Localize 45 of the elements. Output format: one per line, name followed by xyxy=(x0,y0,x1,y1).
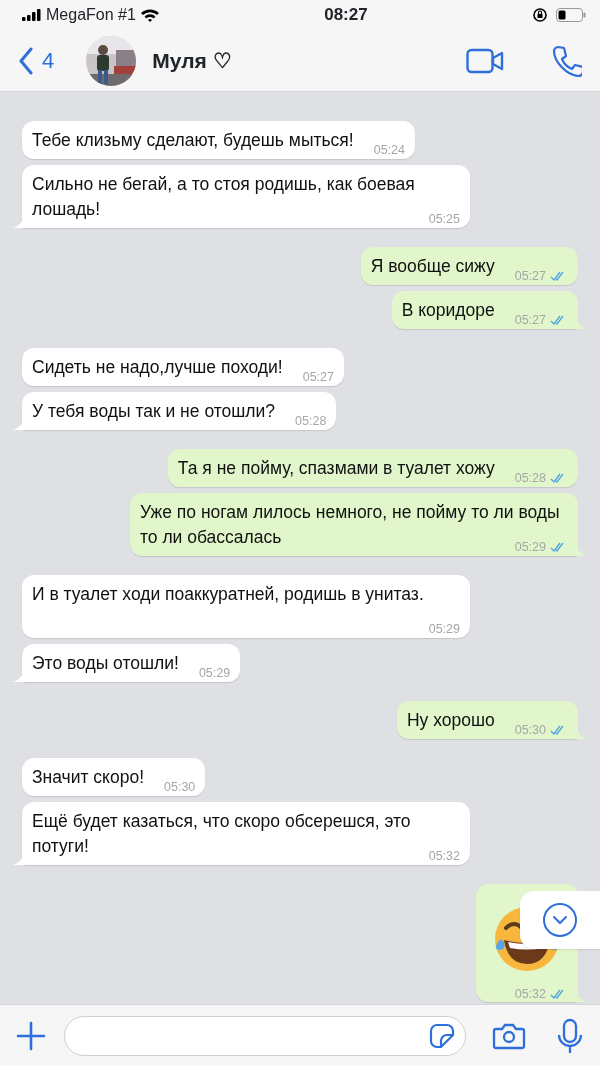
wifi-icon xyxy=(139,8,160,22)
message-input-field[interactable] xyxy=(64,1015,466,1056)
microphone-icon[interactable] xyxy=(556,1017,584,1054)
message-time: 05:29 xyxy=(514,539,546,555)
message-bubble: Та я не пойму, спазмами в туалет хожу 05:28 xyxy=(167,449,578,487)
status-time: 08:27 xyxy=(324,4,368,27)
video-call-icon[interactable] xyxy=(466,47,504,74)
camera-icon[interactable] xyxy=(492,1021,526,1050)
chevron-down-icon[interactable] xyxy=(542,902,578,938)
back-button[interactable]: 4 xyxy=(18,44,55,77)
carrier-name: MegaFon #1 xyxy=(46,5,136,25)
message-bubble: Сильно не бегай, а то стоя родишь, как боевая лошадь! 05:25 xyxy=(22,165,470,228)
message-bubble: В коридоре 05:27 xyxy=(391,291,578,329)
message-time: 05:30 xyxy=(514,722,546,738)
message-bubble: Это воды отошли! 05:29 xyxy=(22,644,241,682)
message-time: 05:32 xyxy=(428,848,460,864)
sticker-icon[interactable] xyxy=(429,1022,455,1049)
message-time: 05:24 xyxy=(373,142,405,158)
signal-icon xyxy=(22,9,42,21)
message-bubble: Ещё будет казаться, что скоро обсерешся, это потуги! 05:32 xyxy=(22,802,470,865)
message-bubble: Значит скоро! 05:30 xyxy=(22,758,206,796)
add-icon[interactable] xyxy=(16,1020,46,1051)
message-bubble: Уже по ногам лилось немного, не пойму то ли воды то ли обассалась 05:29 xyxy=(130,493,578,556)
phone-icon[interactable] xyxy=(552,44,582,77)
message-bubble: У тебя воды так и не отошли? 05:28 xyxy=(22,392,337,430)
message-time: 05:27 xyxy=(514,312,546,328)
contact-name[interactable]: Муля ♡ xyxy=(152,44,232,77)
message-bubble: Тебе клизьму сделают, будешь мыться! 05:24 xyxy=(22,121,415,159)
message-time: 05:28 xyxy=(514,470,546,486)
message-bubble: И в туалет ходи поаккуратней, родишь в унитаз. 05:29 xyxy=(22,575,470,638)
scroll-down-button[interactable] xyxy=(520,891,600,949)
message-time: 05:29 xyxy=(198,665,231,681)
message-time: 05:25 xyxy=(428,211,460,227)
message-bubble: Сидеть не надо,лучше походи! 05:27 xyxy=(22,348,344,386)
back-icon[interactable] xyxy=(18,46,34,75)
message-time: 05:32 xyxy=(514,986,546,1002)
message-time: 05:27 xyxy=(514,268,546,284)
message-time: 05:27 xyxy=(302,369,334,385)
battery-icon xyxy=(556,8,586,22)
message-time: 05:29 xyxy=(428,621,460,637)
message-time: 05:30 xyxy=(164,779,196,795)
message-bubble: Я вообще сижу 05:27 xyxy=(360,247,578,285)
rotation-lock-icon xyxy=(532,7,548,23)
message-time: 05:28 xyxy=(295,413,327,429)
message-bubble: Ну хорошо 05:30 xyxy=(396,701,578,739)
